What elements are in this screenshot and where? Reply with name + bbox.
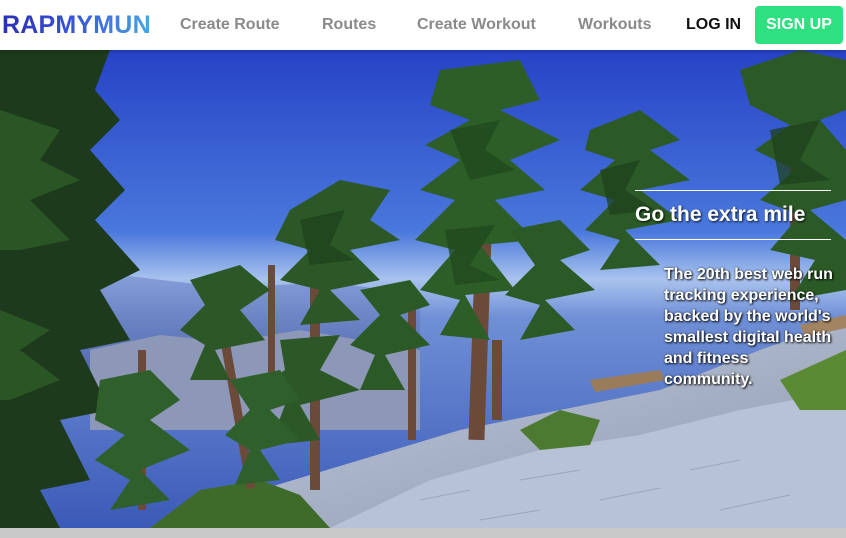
page: RAPMYMUN Create Route Routes Create Work… [0, 0, 846, 538]
login-button[interactable]: LOG IN [686, 15, 741, 35]
headline-divider-bottom [635, 239, 831, 240]
nav-link-create-workout[interactable]: Create Workout [417, 15, 536, 35]
brand-logo[interactable]: RAPMYMUN [2, 9, 151, 41]
signup-button[interactable]: SIGN UP [755, 6, 843, 44]
nav-link-create-route[interactable]: Create Route [180, 15, 280, 35]
top-navbar: RAPMYMUN Create Route Routes Create Work… [0, 0, 846, 50]
nav-link-workouts[interactable]: Workouts [578, 15, 651, 35]
nav-link-routes[interactable]: Routes [322, 15, 376, 35]
headline-divider-top [635, 190, 831, 191]
hero-subtext: The 20th best web run tracking experienc… [664, 266, 833, 388]
hero-headline: Go the extra mile [635, 203, 806, 226]
page-bottom-strip [0, 528, 846, 538]
